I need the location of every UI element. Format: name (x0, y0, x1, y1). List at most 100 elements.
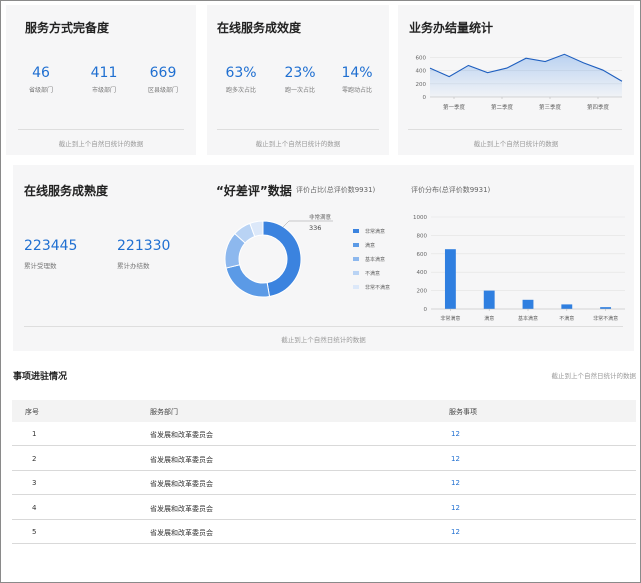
volume-title: 业务办结量统计 (409, 21, 494, 35)
volume-card: 业务办结量统计 0 200 400 600 第一季度 第二季度 第三季度 第四季度 截止到上个… (398, 5, 634, 155)
x-tick-label: 第一季度 (443, 103, 466, 111)
stat-county-count: 669 (149, 65, 177, 81)
x-tick-label: 不满意 (559, 315, 574, 322)
maturity-card: 在线服务成熟度 223445 累计受理数 221330 累计办结数 “好差评”数… (13, 165, 634, 351)
y-tick-label: 1000 (413, 215, 427, 221)
stat-one-trip-pct: 23% (284, 65, 316, 81)
stat-zero-trip-pct: 14% (341, 65, 373, 81)
y-tick-label: 200 (417, 289, 428, 295)
col-no: 序号 (25, 408, 39, 416)
progress-note: 截止到上个自然日统计的数据 (551, 372, 637, 380)
row-no: 2 (32, 454, 37, 463)
completeness-title: 服务方式完备度 (25, 21, 110, 35)
bar (522, 299, 534, 309)
y-tick-label: 400 (417, 270, 428, 276)
row-dept: 省发展和改革委员会 (150, 431, 213, 439)
x-tick-label: 非常不满意 (593, 315, 618, 322)
row-count-link[interactable]: 12 (451, 528, 460, 536)
bar (483, 290, 495, 309)
y-tick-label: 600 (417, 252, 428, 258)
table-row[interactable]: 4 省发展和改革委员会 12 (12, 496, 636, 520)
row-dept: 省发展和改革委员会 (150, 529, 213, 537)
rating-donut-chart: 非常满意 336 非常满意满意基本满意不满意非常不满意 (224, 213, 390, 298)
row-no: 4 (32, 503, 37, 512)
legend-swatch (353, 243, 359, 247)
stat-province-label: 省级部门 (28, 87, 53, 94)
effectiveness-card: 在线服务成效度 63% 跑多次占比 23% 跑一次占比 14% 零跑动占比 截止… (207, 5, 389, 155)
stat-multi-trip-pct: 63% (225, 65, 257, 81)
x-tick-label: 第二季度 (491, 103, 514, 111)
x-tick-label: 第四季度 (587, 103, 610, 111)
divider (24, 326, 623, 327)
stat-city-label: 市级部门 (91, 87, 116, 94)
stat-province-count: 46 (32, 65, 50, 81)
stat-accepted-total: 223445 (24, 238, 78, 254)
divider (18, 129, 184, 130)
row-dept: 省发展和改革委员会 (150, 504, 213, 513)
row-count-link[interactable]: 12 (451, 430, 460, 438)
legend-label: 非常满意 (365, 228, 385, 235)
y-tick-label: 600 (416, 56, 427, 62)
volume-line-chart: 0 200 400 600 第一季度 第二季度 第三季度 第四季度 (416, 53, 623, 111)
maturity-title: 在线服务成熟度 (24, 184, 109, 198)
divider (408, 129, 622, 130)
stat-multi-trip-label: 跑多次占比 (225, 87, 256, 94)
stat-county-label: 区县级部门 (147, 87, 178, 94)
volume-footer: 截止到上个自然日统计的数据 (473, 140, 559, 148)
y-tick-label: 800 (417, 233, 428, 239)
stat-accepted-label: 累计受理数 (24, 262, 57, 270)
legend-swatch (353, 271, 359, 275)
stat-completed-label: 累计办结数 (117, 262, 150, 270)
table-row[interactable]: 3 省发展和改革委员会 12 (12, 471, 636, 495)
table-row[interactable]: 1 省发展和改革委员会 12 (12, 422, 636, 446)
callout-line (282, 220, 290, 228)
completeness-card: 服务方式完备度 46 省级部门 411 市级部门 669 区县级部门 截止到上个… (6, 5, 196, 155)
legend-swatch (353, 257, 359, 261)
divider (217, 129, 379, 130)
row-count-link[interactable]: 12 (451, 504, 460, 512)
dashboard-frame: 服务方式完备度 46 省级部门 411 市级部门 669 区县级部门 截止到上个… (0, 0, 641, 583)
effectiveness-footer: 截止到上个自然日统计的数据 (255, 140, 341, 148)
table-row[interactable]: 5 省发展和改革委员会 12 (12, 520, 636, 544)
table-row[interactable]: 2 省发展和改革委员会 12 (12, 447, 636, 471)
bar-subtitle: 评价分布(总评价数9931) (411, 186, 491, 194)
y-tick-label: 400 (416, 69, 427, 75)
y-tick-label: 0 (424, 307, 428, 313)
legend-swatch (353, 229, 359, 233)
stat-zero-trip-label: 零跑动占比 (341, 87, 372, 94)
row-no: 3 (32, 479, 37, 487)
legend-label: 不满意 (365, 270, 380, 277)
x-tick-label: 基本满意 (518, 315, 538, 322)
x-tick-label: 满意 (484, 315, 494, 322)
table-header: 序号 服务部门 服务事项 (12, 400, 636, 422)
col-count: 服务事项 (449, 408, 477, 416)
progress-title: 事项进驻情况 (13, 372, 68, 382)
donut-slice (262, 220, 302, 298)
row-no: 5 (32, 528, 37, 536)
y-tick-label: 0 (423, 95, 427, 101)
donut-slice (225, 264, 271, 298)
col-dept: 服务部门 (150, 408, 178, 416)
row-count-link[interactable]: 12 (451, 479, 460, 487)
line-area (430, 54, 622, 97)
stat-city-count: 411 (90, 65, 118, 81)
stat-one-trip-label: 跑一次占比 (284, 87, 315, 94)
row-dept: 省发展和改革委员会 (150, 455, 213, 464)
row-count-link[interactable]: 12 (451, 455, 460, 463)
x-tick-label: 第三季度 (539, 103, 562, 111)
row-no: 1 (32, 430, 37, 438)
stat-completed-total: 221330 (117, 238, 171, 254)
completeness-footer: 截止到上个自然日统计的数据 (58, 140, 144, 148)
bar (561, 304, 573, 309)
legend-label: 满意 (365, 242, 375, 249)
row-dept: 省发展和改革委员会 (150, 480, 213, 488)
legend-swatch (353, 285, 359, 289)
x-tick-label: 非常满意 (440, 315, 460, 322)
pie-subtitle: 评价占比(总评价数9931) (296, 186, 376, 194)
maturity-footer: 截止到上个自然日统计的数据 (281, 336, 366, 344)
legend-label: 基本满意 (365, 256, 385, 263)
legend-label: 非常不满意 (365, 284, 390, 291)
pie-callout-value: 336 (309, 224, 321, 232)
bar (444, 249, 456, 309)
rating-title: “好差评”数据 (216, 184, 292, 198)
